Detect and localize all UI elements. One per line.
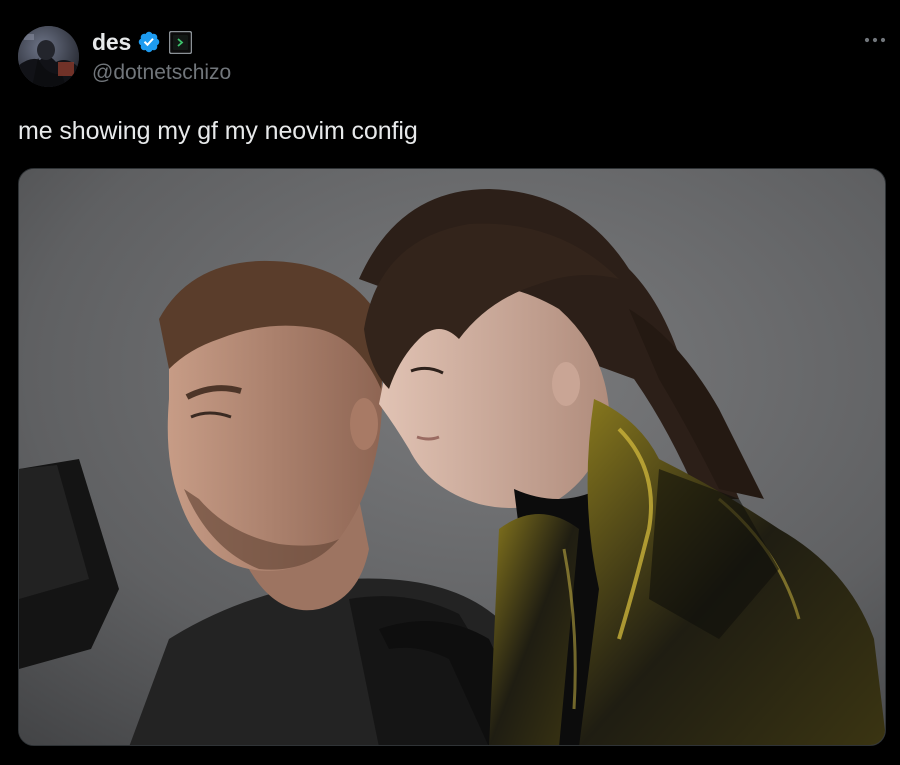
tweet: des @dotnetschizo me showing my gf my ne… (0, 0, 900, 765)
author-name-row: des (92, 27, 193, 57)
photo-two-people-at-monitor (19, 169, 885, 745)
tweet-media-photo[interactable] (18, 168, 886, 746)
avatar[interactable] (18, 26, 79, 87)
more-horizontal-icon (864, 37, 886, 43)
avatar-image (18, 26, 79, 87)
tweet-text: me showing my gf my neovim config (18, 117, 418, 145)
author-handle[interactable]: @dotnetschizo (92, 61, 231, 85)
more-options-button[interactable] (858, 28, 892, 52)
verified-badge-icon[interactable] (137, 30, 161, 54)
terminal-badge-icon[interactable] (169, 30, 193, 54)
author-display-name[interactable]: des (92, 29, 131, 56)
